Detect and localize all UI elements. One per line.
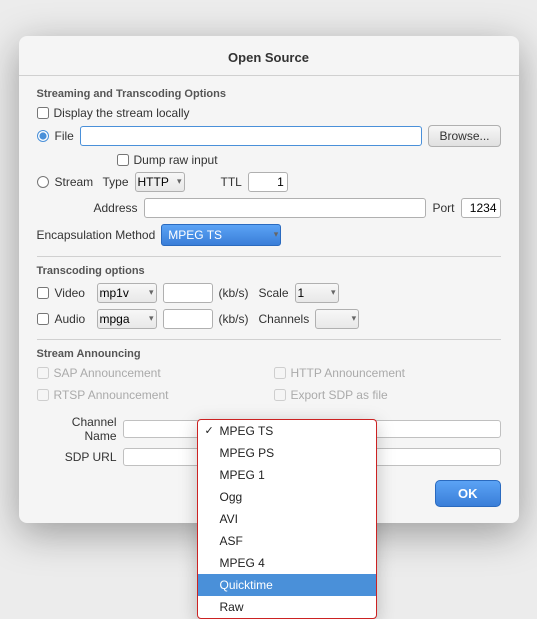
scale-select[interactable]: 1 [295, 283, 339, 303]
type-label: Type [103, 175, 129, 189]
dropdown-item-mpegts[interactable]: MPEG TS [198, 420, 376, 442]
announcing-section-title: Stream Announcing [37, 348, 501, 360]
video-checkbox[interactable] [37, 287, 49, 299]
video-kbs-label: (kb/s) [219, 286, 249, 300]
dump-raw-label: Dump raw input [134, 153, 218, 167]
address-label: Address [94, 201, 138, 215]
rtsp-label: RTSP Announcement [54, 388, 169, 402]
dropdown-item-mpegps[interactable]: MPEG PS [198, 442, 376, 464]
sap-checkbox[interactable] [37, 367, 49, 379]
address-row: Address Port [37, 198, 501, 218]
transcoding-section-title: Transcoding options [37, 265, 501, 277]
audio-label: Audio [55, 312, 91, 326]
encap-select-wrapper: MPEG TS [161, 224, 281, 246]
video-bitrate-input[interactable] [163, 283, 213, 303]
display-stream-label: Display the stream locally [54, 106, 190, 120]
file-row: File Browse... [37, 125, 501, 147]
ttl-label: TTL [221, 175, 242, 189]
audio-codec-select[interactable]: mpga [97, 309, 157, 329]
announce-options-grid: SAP Announcement HTTP Announcement RTSP … [37, 366, 501, 407]
dropdown-item-asf[interactable]: ASF [198, 530, 376, 552]
ttl-input[interactable] [248, 172, 288, 192]
audio-row: Audio mpga (kb/s) Channels [37, 309, 501, 329]
channels-select[interactable] [315, 309, 359, 329]
http-announce-label: HTTP Announcement [291, 366, 406, 380]
type-select[interactable]: HTTP RTSP RTP [135, 172, 185, 192]
dropdown-item-avi[interactable]: AVI [198, 508, 376, 530]
video-row: Video mp1v (kb/s) Scale 1 [37, 283, 501, 303]
dropdown-item-mpeg4[interactable]: MPEG 4 [198, 552, 376, 574]
display-stream-checkbox[interactable] [37, 107, 49, 119]
encapsulation-row: Encapsulation Method MPEG TS MPEG TS MPE… [37, 224, 501, 246]
dialog-title: Open Source [19, 36, 519, 76]
rtsp-checkbox[interactable] [37, 389, 49, 401]
video-label: Video [55, 286, 91, 300]
open-source-dialog: Open Source Streaming and Transcoding Op… [19, 36, 519, 523]
video-codec-wrapper: mp1v [97, 283, 157, 303]
http-announce-row: HTTP Announcement [274, 366, 501, 380]
ok-button[interactable]: OK [435, 480, 501, 507]
sap-label: SAP Announcement [54, 366, 161, 380]
file-input[interactable] [80, 126, 423, 146]
stream-label: Stream [55, 175, 97, 189]
dump-raw-row: Dump raw input [37, 153, 501, 167]
export-sdp-row: Export SDP as file [274, 388, 501, 402]
sap-row: SAP Announcement [37, 366, 264, 380]
display-stream-row: Display the stream locally [37, 106, 501, 120]
encap-dropdown: MPEG TS MPEG PS MPEG 1 Ogg AVI ASF MPEG … [197, 419, 377, 619]
video-codec-select[interactable]: mp1v [97, 283, 157, 303]
stream-radio[interactable] [37, 176, 49, 188]
http-announce-checkbox[interactable] [274, 367, 286, 379]
encap-label: Encapsulation Method [37, 228, 156, 242]
scale-label: Scale [259, 286, 289, 300]
file-radio[interactable] [37, 130, 49, 142]
export-sdp-checkbox[interactable] [274, 389, 286, 401]
channels-label: Channels [259, 312, 310, 326]
file-label: File [55, 129, 74, 143]
audio-bitrate-input[interactable] [163, 309, 213, 329]
audio-checkbox[interactable] [37, 313, 49, 325]
dropdown-item-mpeg1[interactable]: MPEG 1 [198, 464, 376, 486]
browse-button[interactable]: Browse... [428, 125, 500, 147]
scale-wrapper: 1 [295, 283, 339, 303]
channels-wrapper [315, 309, 359, 329]
address-input[interactable] [144, 198, 427, 218]
divider-2 [37, 339, 501, 340]
dropdown-item-raw[interactable]: Raw [198, 596, 376, 618]
rtsp-row: RTSP Announcement [37, 388, 264, 402]
dump-raw-checkbox[interactable] [117, 154, 129, 166]
port-input[interactable] [461, 198, 501, 218]
audio-kbs-label: (kb/s) [219, 312, 249, 326]
stream-row: Stream Type HTTP RTSP RTP TTL [37, 172, 501, 192]
transcoding-section: Transcoding options Video mp1v (kb/s) Sc… [19, 265, 519, 329]
dropdown-item-ogg[interactable]: Ogg [198, 486, 376, 508]
port-label: Port [432, 201, 454, 215]
streaming-section-title: Streaming and Transcoding Options [37, 88, 501, 100]
export-sdp-label: Export SDP as file [291, 388, 388, 402]
encap-select[interactable]: MPEG TS [161, 224, 281, 246]
dropdown-item-quicktime[interactable]: Quicktime [198, 574, 376, 596]
channel-name-label: Channel Name [37, 415, 117, 443]
audio-codec-wrapper: mpga [97, 309, 157, 329]
type-select-wrapper: HTTP RTSP RTP [135, 172, 185, 192]
sdp-url-label: SDP URL [37, 450, 117, 464]
divider-1 [37, 256, 501, 257]
